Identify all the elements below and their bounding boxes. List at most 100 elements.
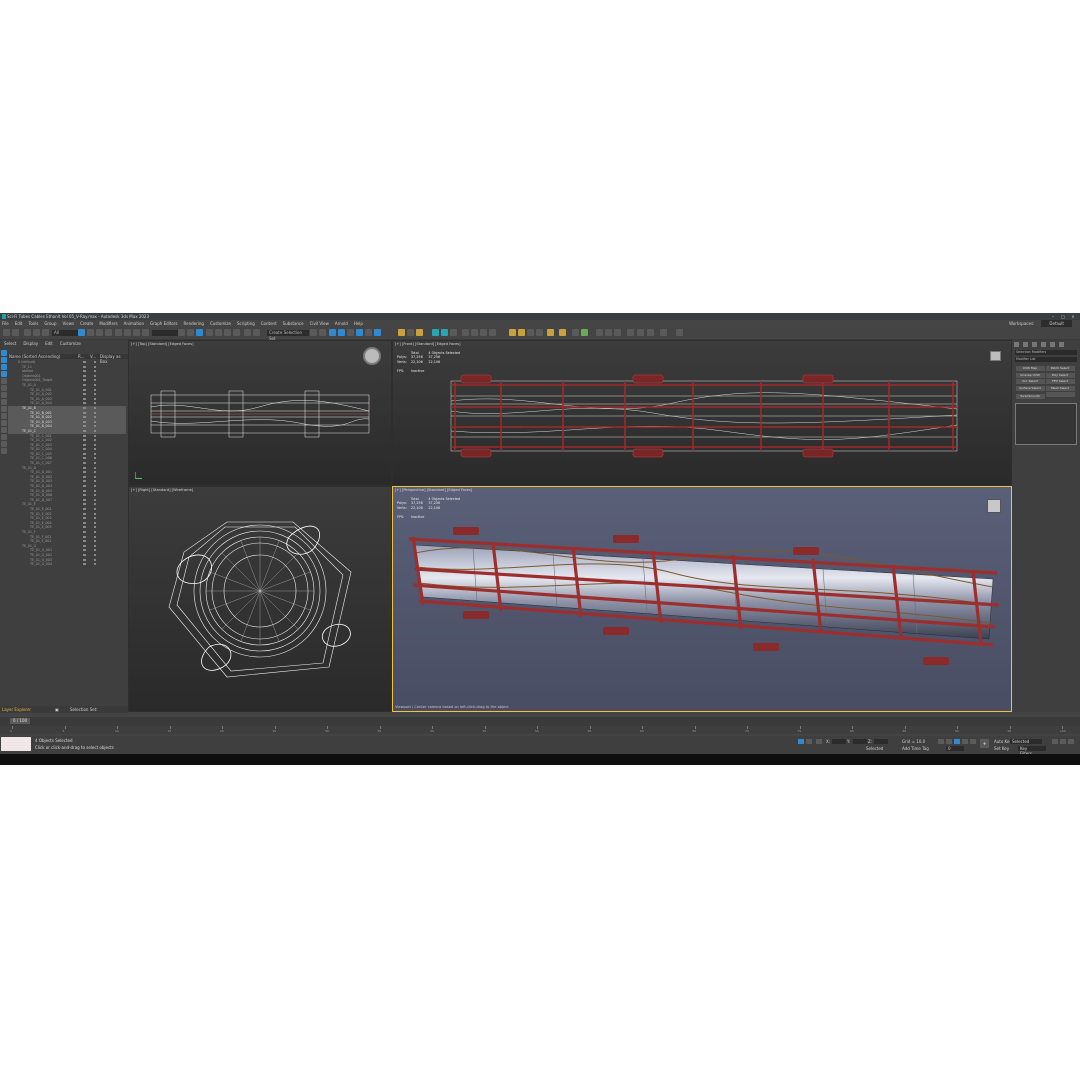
orbit-icon[interactable] [1068,739,1074,744]
freeze-icon[interactable] [94,480,96,483]
menu-group[interactable]: Group [44,320,56,327]
menu-create[interactable]: Create [80,320,93,327]
filter-hidden-icon[interactable] [1,427,7,433]
maxscript-listener[interactable] [1,737,31,751]
vray-sun-icon[interactable] [480,329,487,336]
menu-edit[interactable]: Edit [15,320,23,327]
utilities-tab-icon[interactable] [1059,341,1064,347]
link-icon[interactable] [24,329,31,336]
add-time-tag[interactable]: Add Time Tag [902,746,929,751]
freeze-icon[interactable] [94,475,96,478]
maximize-icon[interactable]: □ [1058,313,1068,320]
vray-env-icon[interactable] [605,329,612,336]
rotate-icon[interactable] [124,329,131,336]
mod-button-1[interactable]: UVW Map [1015,366,1045,371]
current-frame-field[interactable]: 0 [946,746,964,751]
goto-start-icon[interactable] [938,739,944,744]
visibility-icon[interactable] [83,429,86,432]
freeze-icon[interactable] [94,370,96,373]
mod-button-2[interactable]: Patch Select [1045,366,1075,371]
vray-proxy-icon[interactable] [509,329,516,336]
window-crossing-icon[interactable] [105,329,112,336]
curve-editor-icon[interactable] [356,329,363,336]
time-slider-handle[interactable]: 0 / 100 [10,718,31,724]
col-name[interactable]: Name (Sorted Ascending) [9,354,60,359]
play-icon[interactable] [954,739,960,744]
toggle-layer-explorer-icon[interactable] [338,329,345,336]
menu-civil-view[interactable]: Civil View [310,320,329,327]
filter-spacewarps-icon[interactable] [1,385,7,391]
vray-camera-icon[interactable] [614,329,621,336]
vray-render-icon[interactable] [432,329,439,336]
col-vis[interactable]: V... [90,354,96,359]
minimize-icon[interactable]: – [1048,313,1058,320]
menu-animation[interactable]: Animation [124,320,144,327]
visibility-icon[interactable] [83,361,86,363]
visibility-icon[interactable] [83,383,86,386]
filter-all-icon[interactable] [1,434,7,440]
close-icon[interactable]: × [1068,313,1078,320]
visibility-icon[interactable] [83,425,86,428]
visibility-icon[interactable] [83,480,86,483]
lock-selection-icon[interactable] [806,739,812,744]
freeze-icon[interactable] [94,443,96,446]
freeze-icon[interactable] [94,361,96,363]
visibility-icon[interactable] [83,494,86,497]
visibility-icon[interactable] [83,416,86,419]
freeze-icon[interactable] [94,393,96,396]
menu-file[interactable]: File [2,320,9,327]
visibility-icon[interactable] [83,420,86,423]
visibility-icon[interactable] [83,379,86,382]
visibility-icon[interactable] [83,517,86,520]
display-tab-icon[interactable] [1050,341,1055,347]
visibility-icon[interactable] [83,388,86,391]
menu-views[interactable]: Views [63,320,75,327]
vray-toolbar-a-icon[interactable] [627,329,634,336]
visibility-icon[interactable] [83,563,86,566]
freeze-icon[interactable] [94,374,96,377]
visibility-icon[interactable] [83,526,86,529]
goto-end-icon[interactable] [970,739,976,744]
menu-content[interactable]: Content [261,320,277,327]
freeze-icon[interactable] [94,429,96,432]
freeze-icon[interactable] [94,471,96,474]
edit-named-sets-icon[interactable] [244,329,251,336]
freeze-icon[interactable] [94,388,96,391]
vray-toolbar-d-icon[interactable] [660,329,667,336]
filter-none-icon[interactable] [1,441,7,447]
visibility-icon[interactable] [83,540,86,543]
explorer-tab-select[interactable]: Select [4,341,16,346]
filter-groups-icon[interactable] [1,392,7,398]
visibility-icon[interactable] [83,549,86,552]
visibility-icon[interactable] [83,521,86,524]
vray-light-icon[interactable] [462,329,469,336]
menu-tools[interactable]: Tools [28,320,38,327]
filter-containers-icon[interactable] [1,413,7,419]
freeze-icon[interactable] [94,457,96,460]
pan-icon[interactable] [1060,739,1066,744]
explorer-tab-edit[interactable]: Edit [45,341,53,346]
layer-explorer-label[interactable]: Layer Explorer [2,707,31,712]
visibility-icon[interactable] [83,489,86,492]
freeze-icon[interactable] [94,365,96,368]
freeze-icon[interactable] [94,517,96,520]
menu-scripting[interactable]: Scripting [237,320,255,327]
freeze-icon[interactable] [94,498,96,501]
freeze-icon[interactable] [94,397,96,400]
filter-bones-icon[interactable] [1,406,7,412]
rendered-frame-window-icon[interactable] [407,329,414,336]
visibility-icon[interactable] [83,558,86,561]
visibility-icon[interactable] [83,508,86,510]
filter-frozen-icon[interactable] [1,420,7,426]
toggle-ribbon-icon[interactable] [347,329,354,336]
explorer-tab-display[interactable]: Display [23,341,38,346]
visibility-icon[interactable] [83,397,86,400]
filter-helpers-icon[interactable] [1,378,7,384]
vray-dome-icon[interactable] [471,329,478,336]
freeze-icon[interactable] [94,383,96,386]
freeze-icon[interactable] [94,420,96,423]
mod-button-7[interactable]: Surface Select [1015,385,1045,391]
freeze-icon[interactable] [94,526,96,529]
visibility-icon[interactable] [83,535,86,538]
vray-cosmos-icon[interactable] [547,329,554,336]
